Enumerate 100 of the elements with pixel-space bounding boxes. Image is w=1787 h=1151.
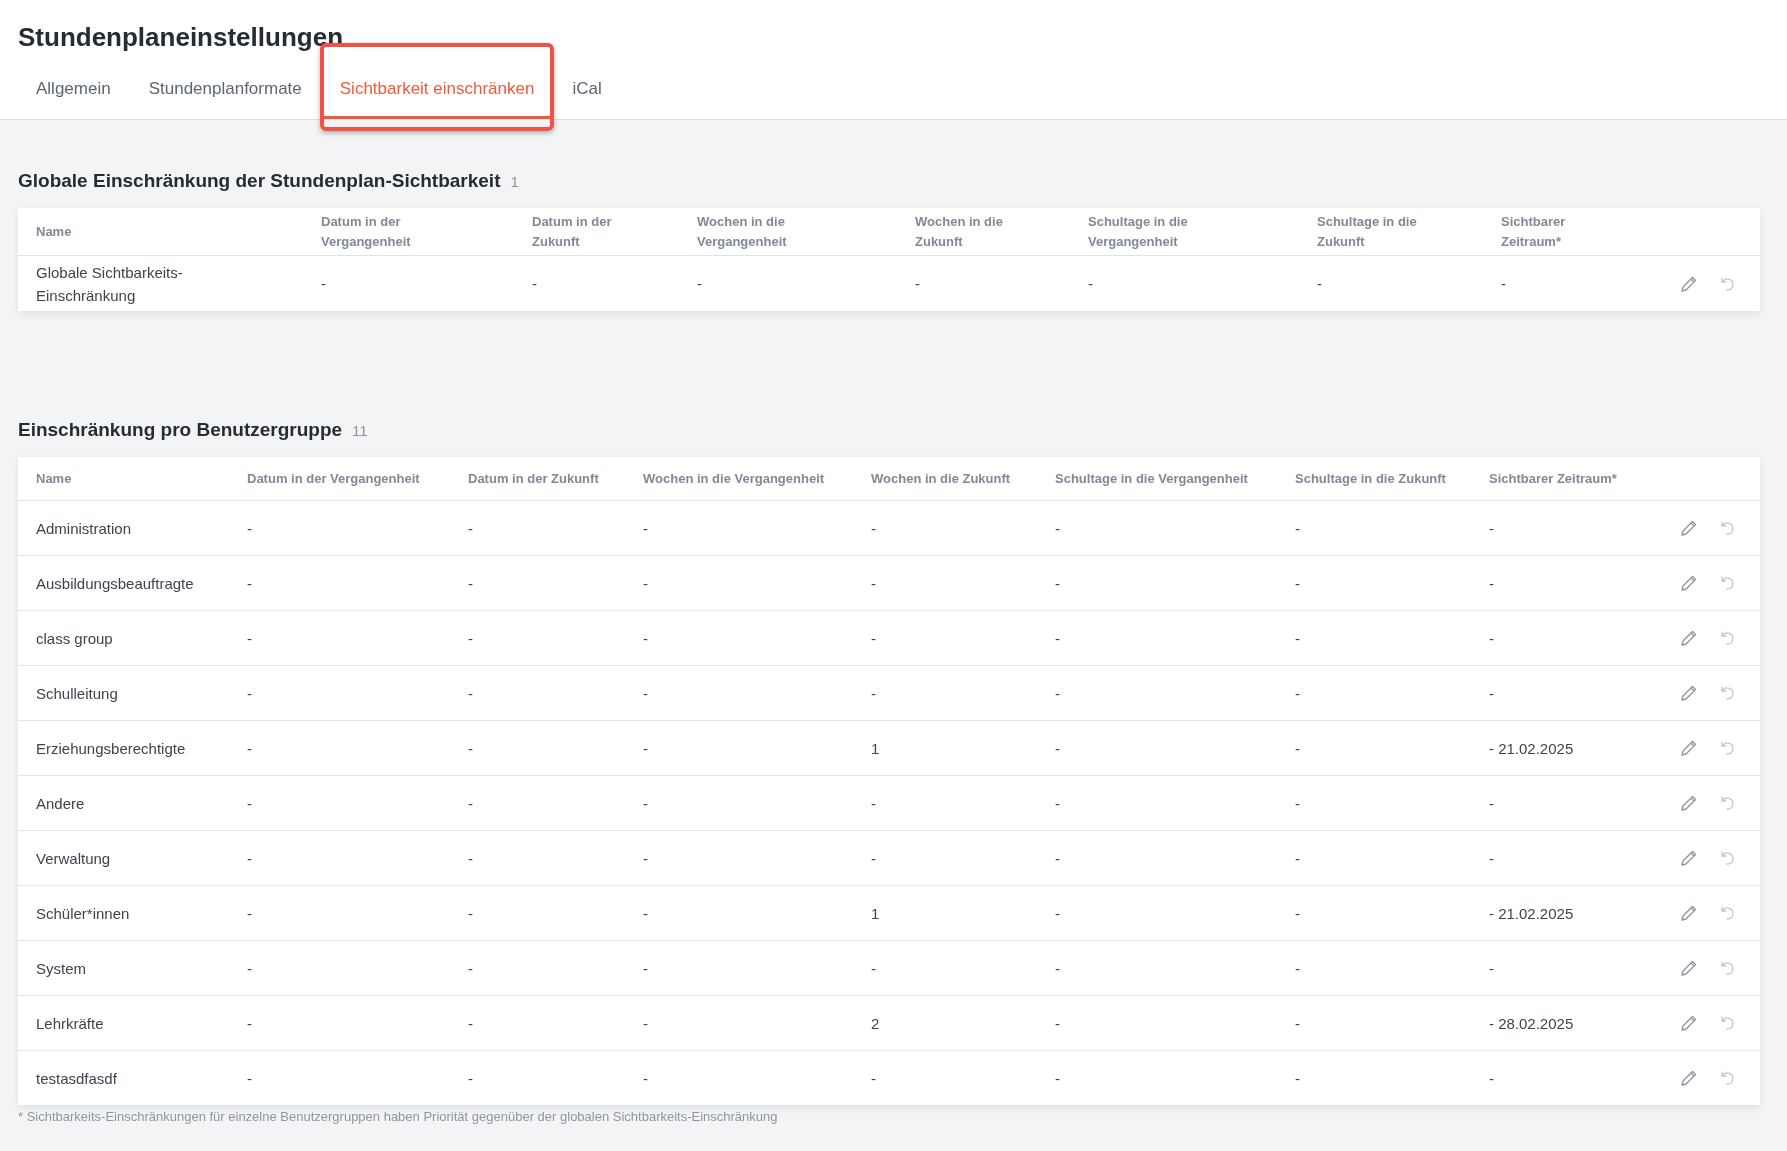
edit-icon[interactable] xyxy=(1680,519,1698,537)
undo-icon[interactable] xyxy=(1718,739,1736,757)
edit-icon[interactable] xyxy=(1680,904,1698,922)
tab[interactable]: iCal xyxy=(554,71,620,119)
table-cell: - xyxy=(247,739,252,757)
table-cell: - xyxy=(1055,1069,1060,1087)
table-cell: - xyxy=(1055,574,1060,592)
table-cell: - xyxy=(643,684,648,702)
column-header: Wochen in die Zukunft xyxy=(871,470,1011,486)
edit-icon[interactable] xyxy=(1680,274,1698,293)
table-cell: - xyxy=(871,519,876,537)
column-header: Wochen in die Zukunft xyxy=(915,212,1004,251)
table-cell: - xyxy=(915,275,920,292)
table-cell: - xyxy=(1295,629,1300,647)
table-cell: - xyxy=(643,1069,648,1087)
undo-icon[interactable] xyxy=(1718,1069,1736,1087)
table-cell: - xyxy=(871,1069,876,1087)
edit-icon[interactable] xyxy=(1680,739,1698,757)
undo-icon[interactable] xyxy=(1718,684,1736,702)
table-cell: - xyxy=(871,684,876,702)
section-title: Einschränkung pro Benutzergruppe xyxy=(18,419,343,441)
undo-icon[interactable] xyxy=(1718,1014,1736,1032)
table-cell: 1 xyxy=(871,739,880,757)
table-cell: Verwaltung xyxy=(36,849,111,867)
table-cell: - xyxy=(643,519,648,537)
table-cell: Erziehungsberechtigte xyxy=(36,739,186,757)
table-cell-text: - xyxy=(1489,683,1494,704)
table-cell: - xyxy=(468,684,473,702)
undo-icon[interactable] xyxy=(1718,574,1736,592)
column-header: Wochen in die Vergangenheit xyxy=(643,470,825,486)
table-cell-text: - 28.02.2025 xyxy=(1489,1013,1574,1034)
column-header: Sichtbarer Zeitraum* xyxy=(1501,212,1567,251)
table-cell-text: - xyxy=(1489,793,1494,814)
table-cell: - xyxy=(871,629,876,647)
edit-icon[interactable] xyxy=(1680,1069,1698,1087)
edit-icon[interactable] xyxy=(1680,684,1698,702)
undo-icon[interactable] xyxy=(1718,629,1736,647)
table-cell: - xyxy=(247,794,252,812)
table-cell: Andere xyxy=(36,794,85,812)
table-cell: - xyxy=(1055,684,1060,702)
table-cell: - xyxy=(247,1069,252,1087)
table-cell: - xyxy=(468,629,473,647)
table-cell: - xyxy=(1055,739,1060,757)
column-header: Name xyxy=(36,223,72,239)
edit-icon[interactable] xyxy=(1680,574,1698,592)
table-cell: - xyxy=(1295,684,1300,702)
footnote: * Sichtbarkeits-Einschränkungen für einzelne Benutzergruppen haben Priorität gegenüber der globalen Sichtbarkeits-Einschränkung xyxy=(18,1109,779,1124)
table-cell: - xyxy=(247,849,252,867)
table-cell-text: Globale Sichtbarkeits-Einschränkung xyxy=(36,262,184,306)
table-cell: - xyxy=(643,959,648,977)
table-cell: Administration xyxy=(36,519,132,537)
column-header: Datum in der Zukunft xyxy=(532,212,613,251)
section-title: Globale Einschränkung der Stundenplan-Sichtbarkeit xyxy=(18,170,501,192)
table-cell: - xyxy=(468,794,473,812)
table-cell-text: - xyxy=(1489,958,1494,979)
table-cell: - xyxy=(468,849,473,867)
table-cell: - xyxy=(247,904,252,922)
table-cell: - xyxy=(1295,1069,1300,1087)
table-cell-text: - xyxy=(1501,274,1506,294)
table-cell: - xyxy=(247,574,252,592)
edit-icon[interactable] xyxy=(1680,849,1698,867)
column-header: Name xyxy=(36,470,72,486)
table-cell: - xyxy=(643,574,648,592)
table-cell: - xyxy=(1295,519,1300,537)
edit-icon[interactable] xyxy=(1680,629,1698,647)
table-cell: - xyxy=(1295,1014,1300,1032)
table-cell-text: - 21.02.2025 xyxy=(1489,738,1574,759)
table-cell: - xyxy=(871,574,876,592)
table-cell: class group xyxy=(36,629,113,647)
table-cell: - xyxy=(1088,275,1093,292)
column-header: Datum in der Vergangenheit xyxy=(247,470,420,486)
table-cell: - xyxy=(871,794,876,812)
count-label: 11 xyxy=(352,422,368,439)
table-cell: Ausbildungsbeauftragte xyxy=(36,574,194,592)
undo-icon[interactable] xyxy=(1718,519,1736,537)
undo-icon[interactable] xyxy=(1718,794,1736,812)
undo-icon[interactable] xyxy=(1718,904,1736,922)
table-cell: - xyxy=(468,959,473,977)
tab[interactable]: Stundenplanformate xyxy=(130,71,320,119)
table-cell: - xyxy=(1295,904,1300,922)
undo-icon[interactable] xyxy=(1718,959,1736,977)
table-cell: - xyxy=(1295,574,1300,592)
table-cell: 1 xyxy=(871,904,880,922)
edit-icon[interactable] xyxy=(1680,794,1698,812)
count-label: 1 xyxy=(510,173,519,190)
table-cell: - xyxy=(1055,849,1060,867)
table-cell: - xyxy=(697,275,702,292)
tab[interactable]: Allgemein xyxy=(18,71,129,119)
edit-icon[interactable] xyxy=(1680,959,1698,977)
tab[interactable]: Sichtbarkeit einschränken xyxy=(321,71,553,119)
table-cell: - xyxy=(1055,959,1060,977)
table-cell: testasdfasdf xyxy=(36,1069,117,1087)
undo-icon[interactable] xyxy=(1718,849,1736,867)
table-cell: - xyxy=(468,1014,473,1032)
table-cell-text: - xyxy=(1489,518,1494,539)
column-header: Schultage in die Zukunft xyxy=(1317,212,1418,251)
edit-icon[interactable] xyxy=(1680,1014,1698,1032)
table-cell: - xyxy=(1055,904,1060,922)
table-cell: - xyxy=(1295,849,1300,867)
table-cell: - xyxy=(468,519,473,537)
